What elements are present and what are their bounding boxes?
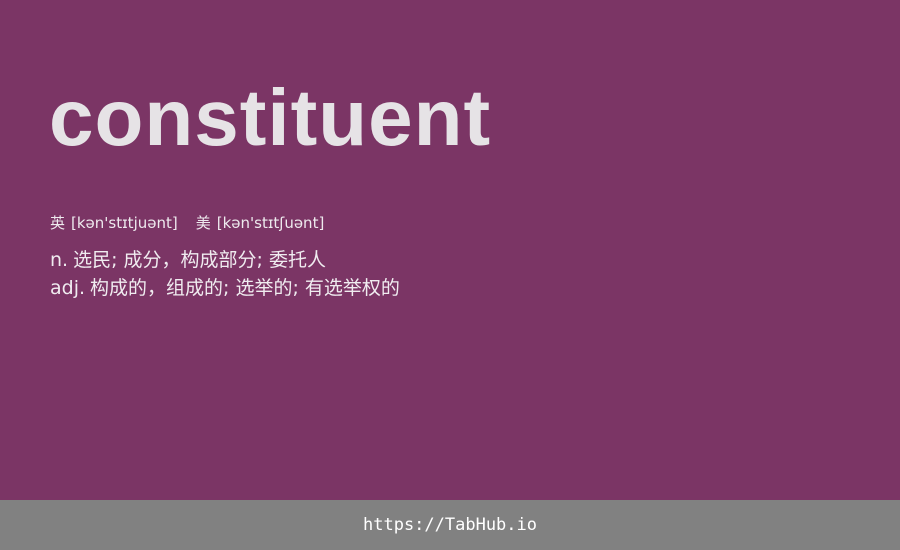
uk-phonetic: [kən'stɪtjuənt] [71,214,178,232]
pronunciation-row: 英 [kən'stɪtjuənt] 美 [kən'stɪtʃuənt] [50,213,324,233]
headword: constituent [49,73,492,162]
uk-label: 英 [50,214,66,232]
definition-text: 构成的，组成的; 选举的; 有选举权的 [90,277,400,299]
part-of-speech: adj. [50,277,86,299]
definition-noun: n. 选民; 成分，构成部分; 委托人 [50,246,400,274]
word-card: constituent 英 [kən'stɪtjuənt] 美 [kən'stɪtʃu… [0,0,900,500]
part-of-speech: n. [50,249,69,271]
us-label: 美 [195,214,211,232]
tabhub-link[interactable]: https://TabHub.io [363,515,537,535]
footer-bar: https://TabHub.io [0,500,900,550]
us-phonetic: [kən'stɪtʃuənt] [216,214,325,232]
definition-adjective: adj. 构成的，组成的; 选举的; 有选举权的 [50,274,400,302]
definition-text: 选民; 成分，构成部分; 委托人 [73,249,326,271]
definitions: n. 选民; 成分，构成部分; 委托人 adj. 构成的，组成的; 选举的; 有选举… [50,246,400,302]
